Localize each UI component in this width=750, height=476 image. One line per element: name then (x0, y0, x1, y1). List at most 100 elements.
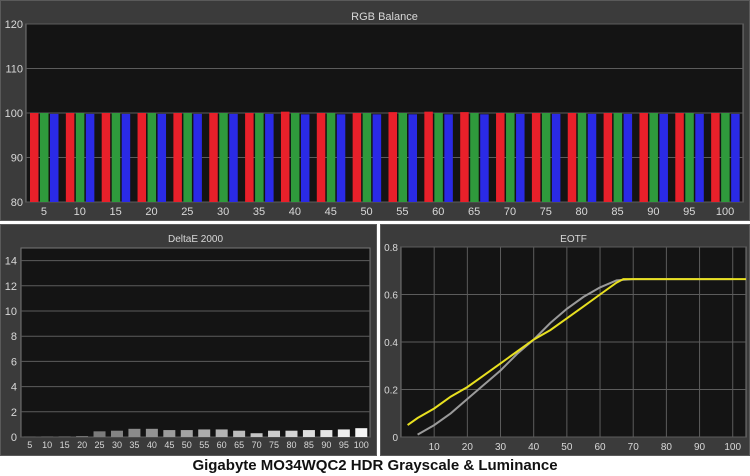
bar (110, 430, 123, 437)
x-tick-label: 100 (724, 442, 741, 453)
bar (444, 114, 453, 202)
bar (75, 113, 85, 202)
bar (337, 429, 350, 437)
bar (215, 429, 228, 437)
x-tick-label: 35 (129, 440, 139, 450)
bar (101, 113, 111, 202)
bar (265, 113, 274, 202)
x-tick-label: 80 (661, 442, 673, 453)
x-tick-label: 15 (60, 440, 70, 450)
x-tick-label: 50 (360, 206, 372, 218)
plot-area (20, 247, 371, 438)
x-tick-label: 40 (528, 442, 540, 453)
bar (551, 113, 561, 202)
bar (434, 113, 443, 202)
x-tick-label: 20 (462, 442, 474, 453)
bar (531, 113, 541, 202)
bar (180, 430, 193, 437)
x-tick-label: 65 (468, 206, 480, 218)
bar (76, 435, 89, 437)
bar (58, 436, 71, 437)
bar (300, 114, 310, 202)
x-tick-label: 20 (77, 440, 87, 450)
deltae-chart: DeltaE 2000 0 2 4 6 8 10 12 14 5 10 15 20 25 30 35 40 45 5… (5, 234, 371, 450)
x-tick-label: 100 (354, 440, 369, 450)
chart-title: RGB Balance (351, 11, 418, 23)
y-tick-label: 10 (5, 306, 17, 318)
bar (173, 113, 182, 202)
bar (362, 113, 372, 202)
bar (659, 113, 668, 202)
bar (355, 428, 368, 437)
bar (209, 113, 218, 202)
rgb-balance-panel: RGB Balance 80 90 100 110 120 5 10 15 20 25 30 35 40 4… (0, 0, 750, 221)
x-tick-label: 100 (716, 206, 734, 218)
bar (695, 113, 704, 202)
y-tick-label: 4 (11, 382, 17, 394)
x-tick-label: 20 (145, 206, 157, 218)
bar (85, 113, 95, 202)
x-tick-label: 5 (27, 440, 32, 450)
x-tick-label: 40 (147, 440, 157, 450)
bar (460, 112, 469, 202)
x-tick-label: 95 (339, 440, 349, 450)
bar (424, 111, 433, 202)
bar (193, 113, 202, 202)
x-tick-label: 30 (112, 440, 122, 450)
y-tick-label: 8 (11, 331, 17, 343)
x-tick-label: 80 (286, 440, 296, 450)
bar (480, 114, 489, 202)
x-tick-label: 10 (74, 206, 86, 218)
y-tick-label: 0 (392, 433, 398, 444)
eotf-panel: EOTF 0 0.2 0.4 0.6 0.8 10 20 30 40 50 60 70 80 90 100 (380, 224, 750, 456)
bar (336, 114, 346, 202)
bar (268, 430, 281, 437)
x-tick-label: 55 (396, 206, 408, 218)
x-tick-label: 50 (182, 440, 192, 450)
y-tick-label: 14 (5, 256, 17, 268)
bar (388, 112, 397, 202)
bar (121, 113, 131, 202)
bar (255, 113, 264, 202)
x-tick-label: 60 (217, 440, 227, 450)
bar (285, 430, 298, 437)
bar (398, 113, 407, 202)
x-tick-label: 75 (269, 440, 279, 450)
bar (245, 113, 254, 202)
bar (219, 113, 228, 202)
x-tick-label: 15 (110, 206, 122, 218)
y-tick-label: 0 (11, 432, 17, 444)
x-tick-label: 45 (325, 206, 337, 218)
bar (470, 113, 479, 202)
x-tick-label: 50 (561, 442, 573, 453)
x-tick-label: 35 (253, 206, 265, 218)
bar (147, 113, 157, 202)
bar (623, 113, 633, 202)
bar (65, 113, 75, 202)
bar (577, 113, 587, 202)
x-tick-label: 40 (289, 206, 301, 218)
y-tick-label: 0.4 (384, 338, 398, 349)
deltae-panel: DeltaE 2000 0 2 4 6 8 10 12 14 5 10 15 20 25 30 35 40 45 5… (0, 224, 377, 456)
bar (639, 113, 648, 202)
bar (163, 430, 176, 437)
bar (145, 428, 158, 437)
bar (183, 113, 192, 202)
bar (721, 113, 730, 202)
bar (408, 114, 417, 202)
bar (137, 113, 147, 202)
x-tick-label: 70 (504, 206, 516, 218)
rgb-balance-chart: RGB Balance 80 90 100 110 120 5 10 15 20 25 30 35 40 4… (5, 11, 744, 218)
bar (541, 113, 551, 202)
eotf-chart: EOTF 0 0.2 0.4 0.6 0.8 10 20 30 40 50 60 70 80 90 100 (384, 234, 747, 453)
bar (50, 113, 59, 202)
bar (567, 113, 577, 202)
x-tick-label: 75 (540, 206, 552, 218)
x-tick-label: 60 (594, 442, 606, 453)
bar (280, 111, 290, 202)
y-tick-label: 120 (5, 19, 23, 31)
bar (93, 431, 106, 437)
bar (128, 428, 141, 437)
x-tick-label: 90 (694, 442, 706, 453)
bar (675, 113, 684, 202)
